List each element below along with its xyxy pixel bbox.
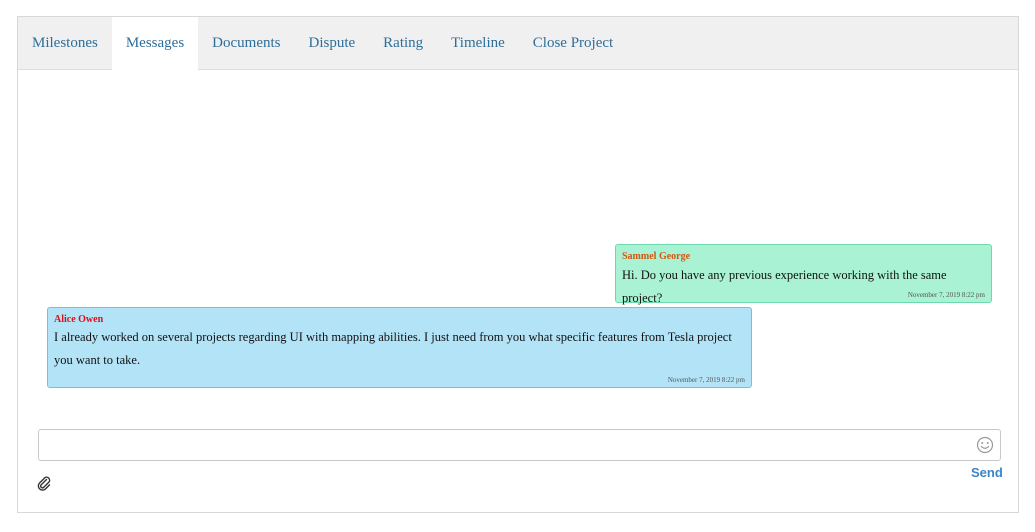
message-bubble-received: Alice Owen I already worked on several p…	[47, 307, 752, 388]
tab-rating[interactable]: Rating	[369, 17, 437, 70]
tab-dispute[interactable]: Dispute	[295, 17, 370, 70]
message-sender: Sammel George	[622, 251, 691, 262]
send-button[interactable]: Send	[971, 465, 1003, 480]
tab-milestones[interactable]: Milestones	[18, 17, 112, 70]
message-sender: Alice Owen	[54, 314, 104, 325]
message-text: Hi. Do you have any previous experience …	[622, 268, 947, 305]
message-timestamp: November 7, 2019 8:22 pm	[667, 376, 745, 384]
message-input[interactable]	[39, 430, 969, 460]
smiley-icon[interactable]	[976, 436, 994, 454]
message-text: I already worked on several projects reg…	[54, 330, 732, 367]
message-bubble-sent: Sammel George Hi. Do you have any previo…	[615, 244, 992, 305]
tab-timeline[interactable]: Timeline	[437, 17, 519, 70]
tab-bar: Milestones Messages Documents Dispute Ra…	[18, 17, 1018, 71]
message-composer	[38, 429, 1001, 461]
message-timestamp: November 7, 2019 8:22 pm	[907, 291, 985, 299]
tab-messages[interactable]: Messages	[111, 17, 199, 71]
project-panel: Milestones Messages Documents Dispute Ra…	[17, 16, 1019, 513]
paperclip-icon[interactable]	[36, 475, 52, 491]
tab-close-project[interactable]: Close Project	[519, 17, 627, 70]
tab-documents[interactable]: Documents	[198, 17, 294, 70]
